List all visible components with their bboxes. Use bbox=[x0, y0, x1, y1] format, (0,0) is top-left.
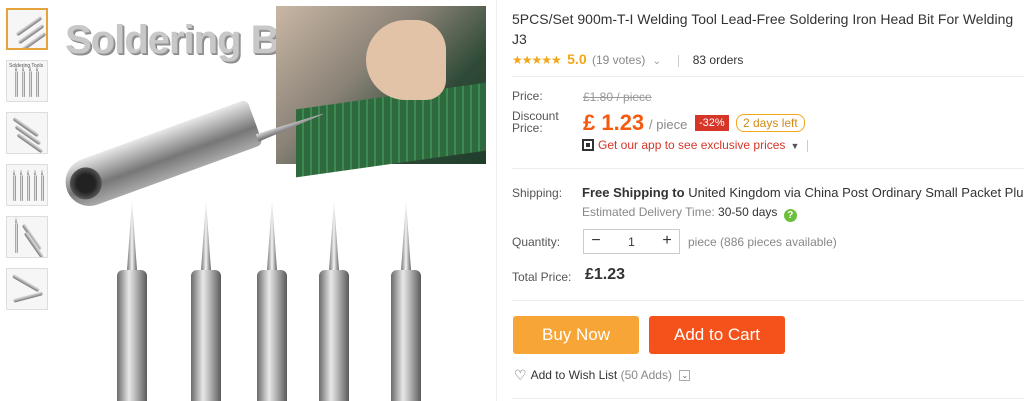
time-left-badge: 2 days left bbox=[736, 114, 805, 132]
shipping-option[interactable]: Free Shipping to United Kingdom via Chin… bbox=[582, 185, 1024, 200]
help-icon[interactable]: ? bbox=[783, 209, 797, 222]
free-shipping-text: Free Shipping to bbox=[582, 185, 685, 200]
usage-photo bbox=[276, 6, 486, 178]
price-unit: / piece bbox=[649, 117, 688, 132]
thumbnail-1[interactable] bbox=[6, 8, 48, 50]
quantity-input[interactable] bbox=[608, 230, 655, 253]
image-title-art: Soldering Bit bbox=[65, 18, 302, 62]
discount-price: £ 1.23 bbox=[583, 110, 645, 135]
vote-count[interactable]: (19 votes) bbox=[592, 53, 645, 67]
qr-code-icon bbox=[582, 139, 594, 151]
wishlist-count: (50 Adds) bbox=[620, 368, 672, 382]
buy-now-button[interactable]: Buy Now bbox=[513, 316, 639, 354]
soldering-bit-illustration bbox=[58, 99, 264, 213]
discount-label-line2: Price: bbox=[512, 121, 543, 135]
wishlist-link[interactable]: ♡ Add to Wish List (50 Adds) ⌄ bbox=[514, 367, 691, 384]
divider bbox=[512, 300, 1024, 301]
bit-illustration bbox=[255, 200, 289, 401]
divider bbox=[512, 76, 1024, 77]
total-price-label: Total Price: bbox=[512, 270, 572, 284]
order-count: 83 orders bbox=[692, 53, 744, 67]
shipping-method: United Kingdom via China Post Ordinary S… bbox=[688, 185, 1024, 200]
thumbnail-strip: Soldering Tools bbox=[6, 8, 50, 320]
bit-illustration bbox=[317, 200, 351, 401]
divider bbox=[496, 0, 497, 401]
bit-illustration bbox=[389, 200, 423, 401]
estimated-delivery: Estimated Delivery Time: 30-50 days ? bbox=[582, 205, 797, 222]
quantity-label: Quantity: bbox=[512, 235, 561, 249]
divider bbox=[512, 168, 1024, 169]
quantity-stepper: − + bbox=[583, 229, 680, 254]
shipping-label: Shipping: bbox=[512, 186, 563, 200]
quantity-increase-button[interactable]: + bbox=[655, 230, 679, 253]
app-promo-text: Get our app to see exclusive prices bbox=[598, 138, 786, 152]
wishlist-label: Add to Wish List bbox=[530, 368, 618, 382]
bit-illustration bbox=[189, 200, 223, 401]
estimated-delivery-label: Estimated Delivery Time: bbox=[582, 205, 715, 219]
divider bbox=[512, 398, 1024, 399]
thumbnail-3[interactable] bbox=[6, 112, 48, 154]
original-price: £1.80 / piece bbox=[583, 90, 652, 104]
app-promo-link[interactable]: Get our app to see exclusive prices ▼ bbox=[582, 138, 809, 152]
caret-down-icon: ▼ bbox=[790, 141, 800, 151]
price-label: Price: bbox=[512, 89, 543, 103]
thumbnail-6[interactable] bbox=[6, 268, 48, 310]
bit-illustration bbox=[115, 200, 149, 401]
divider bbox=[678, 54, 680, 67]
thumbnail-2[interactable]: Soldering Tools bbox=[6, 60, 48, 102]
chevron-down-icon[interactable]: ⌄ bbox=[679, 370, 691, 381]
add-to-cart-button[interactable]: Add to Cart bbox=[649, 316, 785, 354]
availability-text: piece (886 pieces available) bbox=[688, 235, 837, 249]
product-title: 5PCS/Set 900m-T-I Welding Tool Lead-Free… bbox=[512, 11, 1014, 47]
product-page: Soldering Tools Soldering Bit 5PCS/Set 9… bbox=[0, 0, 1024, 401]
discount-badge: -32% bbox=[695, 115, 729, 131]
rating-score: 5.0 bbox=[567, 51, 587, 67]
thumbnail-4[interactable] bbox=[6, 164, 48, 206]
quantity-decrease-button[interactable]: − bbox=[584, 230, 608, 253]
heart-plus-icon: ♡ bbox=[514, 367, 527, 383]
thumbnail-5[interactable] bbox=[6, 216, 48, 258]
rating-row: ★★★★★ 5.0 (19 votes) ⌄ 83 orders bbox=[512, 51, 743, 67]
estimated-delivery-days: 30-50 days bbox=[718, 205, 778, 219]
star-rating-icon: ★★★★★ bbox=[512, 53, 562, 67]
main-product-image[interactable]: Soldering Bit bbox=[55, 0, 495, 401]
total-price: £1.23 bbox=[585, 266, 626, 283]
chevron-down-icon[interactable]: ⌄ bbox=[653, 56, 661, 67]
